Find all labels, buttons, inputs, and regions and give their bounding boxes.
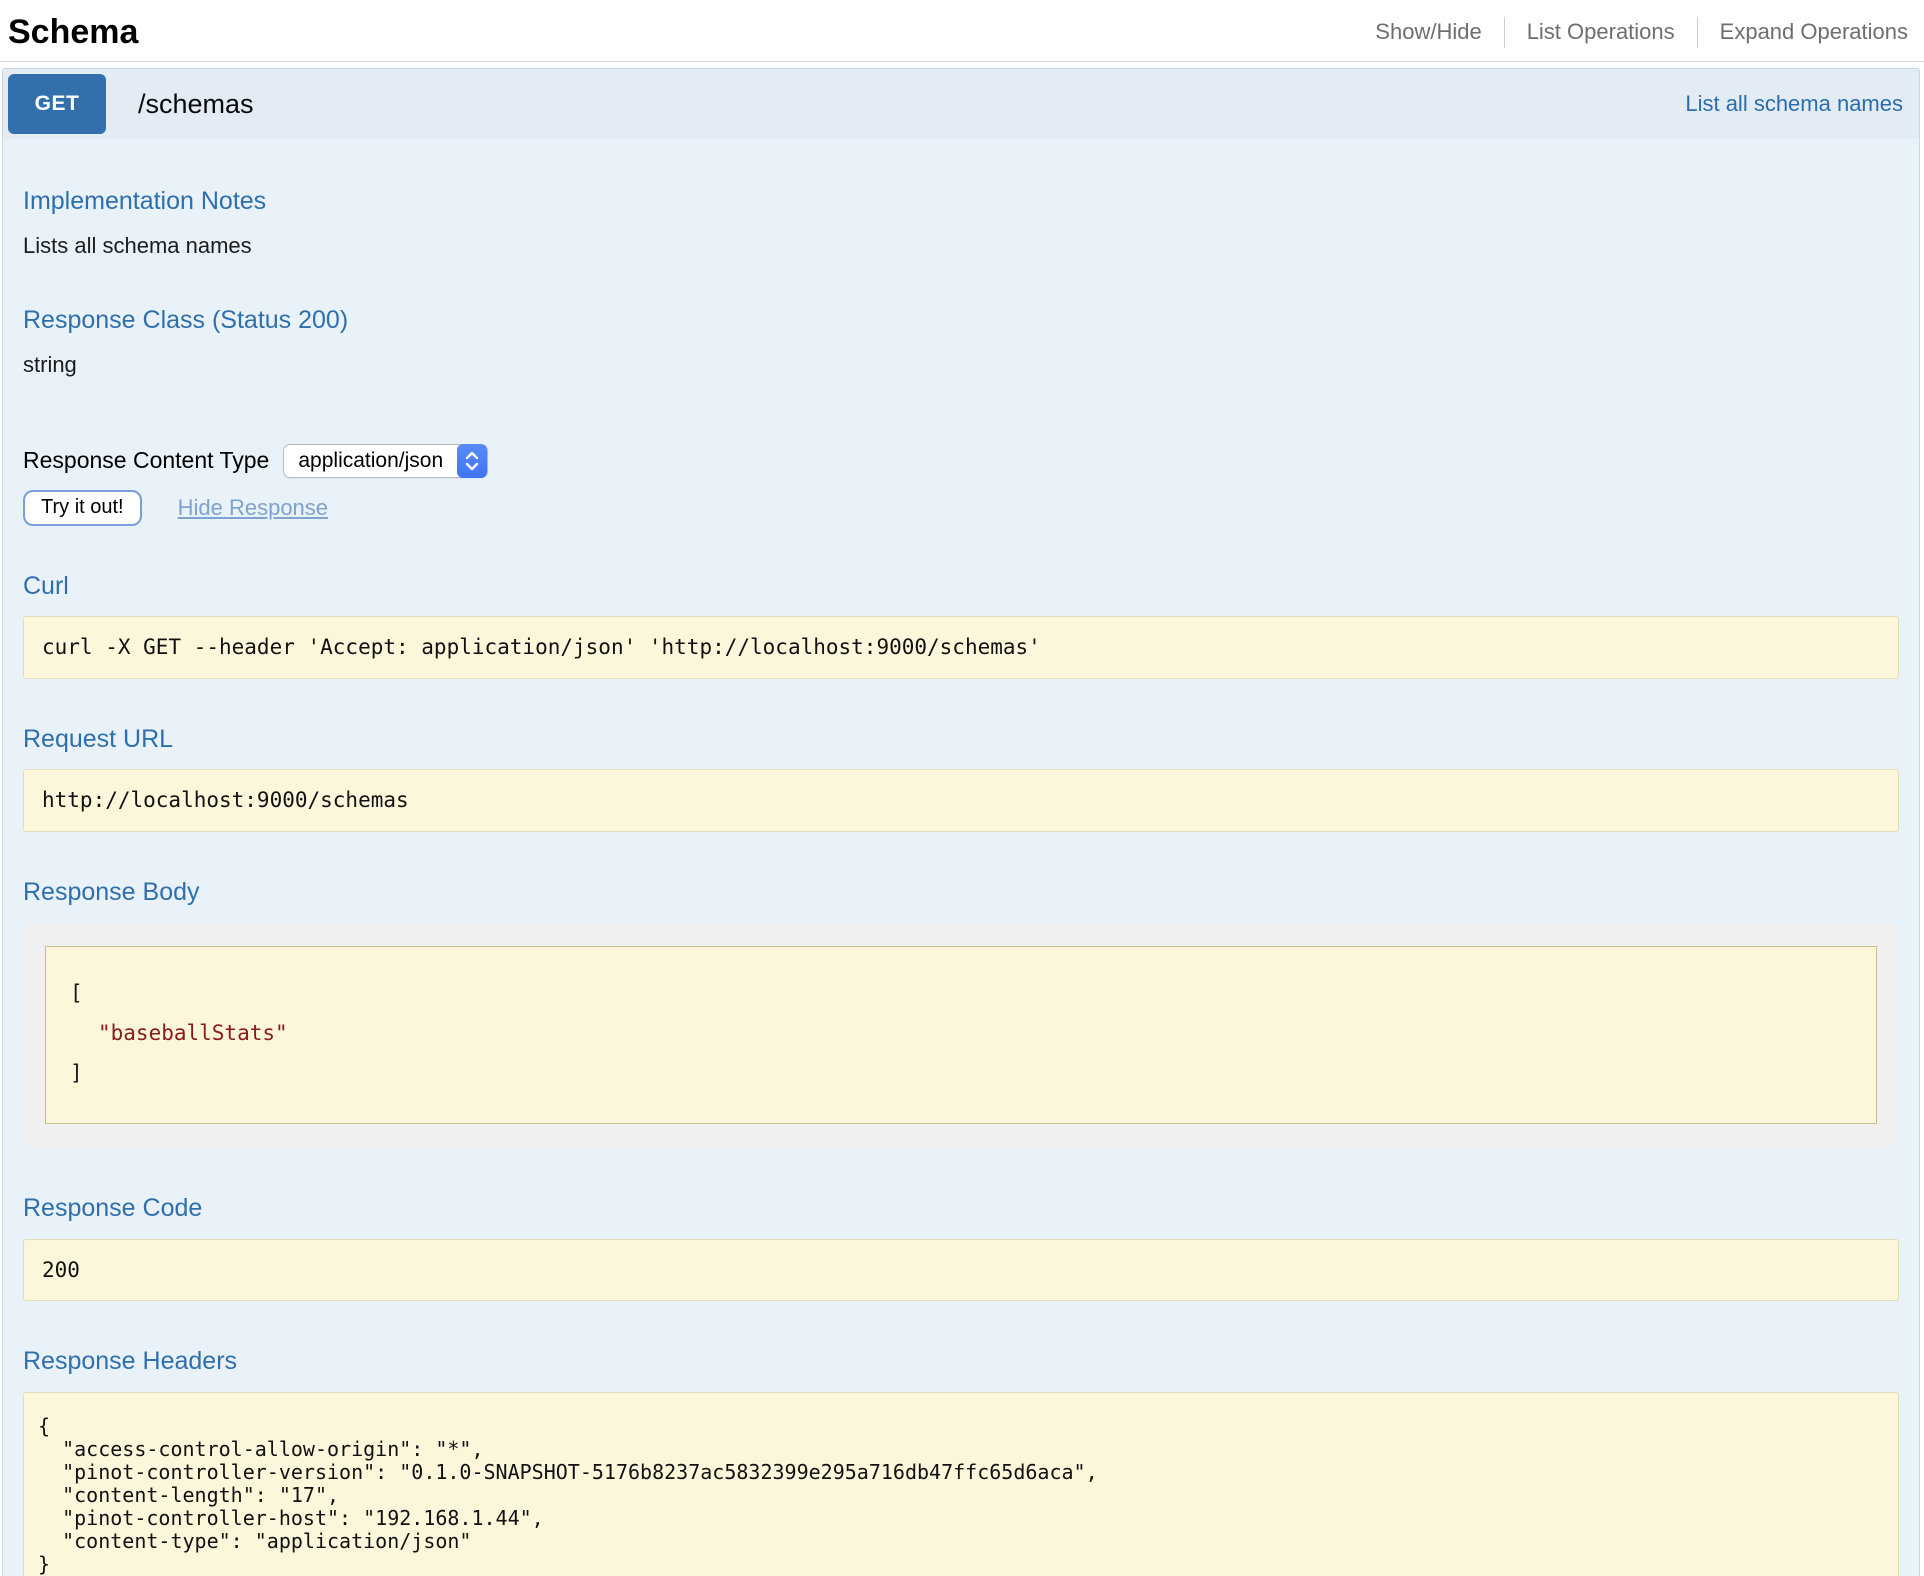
nav-expand-operations[interactable]: Expand Operations: [1697, 17, 1914, 47]
http-method-badge[interactable]: GET: [8, 74, 106, 134]
response-content-type-row: Response Content Type application/json: [23, 444, 1899, 478]
response-body-heading: Response Body: [23, 878, 1899, 907]
try-it-out-row: Try it out! Hide Response: [23, 490, 1899, 526]
top-nav: Show/Hide List Operations Expand Operati…: [1353, 17, 1914, 47]
response-class-heading: Response Class (Status 200): [23, 306, 1899, 335]
json-string-value: "baseballStats": [70, 1013, 1852, 1053]
endpoint-path-link[interactable]: /schemas: [138, 89, 254, 120]
select-updown-chevron-icon: [457, 444, 487, 478]
curl-heading: Curl: [23, 572, 1899, 601]
request-url-box: http://localhost:9000/schemas: [23, 769, 1899, 831]
response-code-box: 200: [23, 1239, 1899, 1301]
implementation-notes-heading: Implementation Notes: [23, 187, 1899, 216]
response-headers-heading: Response Headers: [23, 1347, 1899, 1376]
json-close-bracket: ]: [70, 1053, 1852, 1093]
response-body-container: [ "baseballStats" ]: [23, 922, 1899, 1148]
response-class-text: string: [23, 351, 1899, 380]
page-header: Schema Show/Hide List Operations Expand …: [0, 0, 1924, 62]
nav-show-hide[interactable]: Show/Hide: [1353, 17, 1503, 47]
response-headers-box: { "access-control-allow-origin": "*", "p…: [23, 1392, 1899, 1576]
endpoint-summary-link[interactable]: List all schema names: [1685, 91, 1903, 117]
content-type-selected-value: application/json: [298, 450, 457, 471]
request-url-heading: Request URL: [23, 725, 1899, 754]
curl-command-box: curl -X GET --header 'Accept: applicatio…: [23, 616, 1899, 678]
implementation-notes-text: Lists all schema names: [23, 232, 1899, 261]
try-it-out-button[interactable]: Try it out!: [23, 490, 142, 526]
json-open-bracket: [: [70, 973, 1852, 1013]
operation-get-schemas: GET /schemas List all schema names Imple…: [2, 68, 1920, 1576]
nav-list-operations[interactable]: List Operations: [1504, 17, 1697, 47]
response-content-type-label: Response Content Type: [23, 447, 269, 474]
response-body-json: [ "baseballStats" ]: [45, 946, 1877, 1124]
page-title: Schema: [8, 14, 138, 51]
operation-content-panel: Implementation Notes Lists all schema na…: [3, 139, 1919, 1576]
content-type-select[interactable]: application/json: [283, 444, 488, 478]
response-code-heading: Response Code: [23, 1194, 1899, 1223]
hide-response-link[interactable]: Hide Response: [178, 495, 328, 521]
swagger-page: Schema Show/Hide List Operations Expand …: [0, 0, 1924, 1576]
endpoint-header-bar[interactable]: GET /schemas List all schema names: [3, 69, 1919, 139]
